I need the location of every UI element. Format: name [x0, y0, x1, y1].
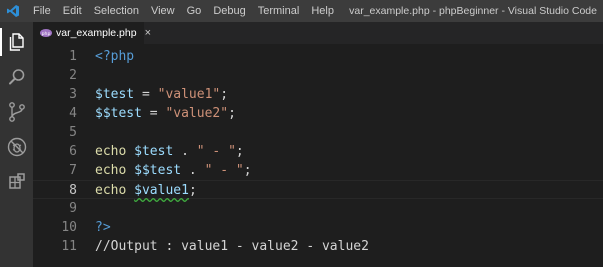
code-token: //Output : value1 - value2 - value2: [95, 239, 369, 254]
menu-edit[interactable]: Edit: [57, 0, 88, 22]
files-icon[interactable]: [0, 24, 33, 60]
line-number: 6: [69, 144, 77, 159]
php-file-icon: php: [40, 27, 52, 39]
code-token: =: [141, 106, 166, 121]
code-token: echo: [95, 163, 135, 178]
code-token: $$test: [134, 163, 182, 178]
code-line[interactable]: 7 echo $$test . " - ";: [33, 161, 603, 180]
vscode-logo-icon: [3, 0, 23, 22]
code-token: ;: [220, 87, 229, 102]
code-text: //Output : value1 - value2 - value2: [95, 237, 369, 256]
code-token: ;: [188, 183, 197, 198]
activity-bar: [0, 22, 33, 267]
tab-var-example-php[interactable]: php var_example.php ×: [33, 22, 151, 44]
line-number: 8: [69, 183, 77, 198]
code-line[interactable]: 10 ?>: [33, 218, 603, 237]
code-token: ;: [243, 163, 252, 178]
menu-bar: File Edit Selection View Go Debug Terminal Help: [27, 0, 340, 22]
window-title: var_example.php - phpBeginner - Visual S…: [349, 5, 597, 17]
code-line[interactable]: 4 $$test = "value2";: [33, 104, 603, 123]
code-token: $$test: [95, 106, 142, 121]
line-number: 10: [61, 220, 77, 235]
code-text: <?php: [95, 47, 134, 66]
code-token: =: [134, 87, 158, 102]
menu-selection[interactable]: Selection: [88, 0, 145, 22]
code-line[interactable]: 5: [33, 123, 603, 142]
code-line[interactable]: 2: [33, 66, 603, 85]
line-number: 1: [69, 49, 77, 64]
menu-go[interactable]: Go: [181, 0, 208, 22]
code-token: $test: [134, 144, 174, 159]
code-token: " - ": [196, 144, 236, 159]
menu-help[interactable]: Help: [305, 0, 340, 22]
code-line[interactable]: 6 echo $test . " - ";: [33, 142, 603, 161]
extensions-icon[interactable]: [0, 164, 33, 200]
code-line[interactable]: 9: [33, 199, 603, 218]
close-icon[interactable]: ×: [145, 27, 151, 39]
line-number: 3: [69, 87, 77, 102]
code-token: ;: [228, 106, 236, 121]
code-text: $test = "value1";: [95, 85, 228, 104]
code-token: .: [173, 144, 197, 159]
line-number: 7: [69, 163, 77, 178]
code-token: "value2": [165, 106, 229, 121]
tab-bar: php var_example.php ×: [33, 22, 603, 44]
code-line[interactable]: 8 echo $value1;: [33, 180, 603, 199]
code-token: "value1": [157, 87, 221, 102]
code-token: ?>: [95, 220, 111, 235]
code-token: <?php: [95, 49, 135, 64]
code-token: echo: [95, 183, 135, 198]
code-token: " - ": [204, 163, 244, 178]
code-token: $value1: [134, 183, 189, 198]
code-editor[interactable]: 1 <?php 2 3 $test = "value1"; 4 $$test = "valu…: [33, 44, 603, 267]
line-number: 2: [69, 68, 77, 83]
code-token: .: [181, 163, 205, 178]
menu-file[interactable]: File: [27, 0, 57, 22]
line-number: 9: [69, 201, 77, 216]
code-text: echo $value1;: [95, 181, 197, 200]
code-token: ;: [235, 144, 244, 159]
svg-text:php: php: [42, 31, 51, 37]
debug-icon[interactable]: [0, 129, 33, 165]
code-token: $test: [95, 87, 135, 102]
code-text: echo $$test . " - ";: [95, 161, 252, 180]
code-line[interactable]: 11 //Output : value1 - value2 - value2: [33, 237, 603, 256]
menu-view[interactable]: View: [145, 0, 181, 22]
menu-debug[interactable]: Debug: [207, 0, 251, 22]
line-number: 11: [61, 239, 77, 254]
code-line[interactable]: 1 <?php: [33, 47, 603, 66]
search-icon[interactable]: [0, 59, 33, 95]
code-line[interactable]: 3 $test = "value1";: [33, 85, 603, 104]
line-number: 5: [69, 125, 77, 140]
line-number: 4: [69, 106, 77, 121]
title-bar: File Edit Selection View Go Debug Terminal Help…: [0, 0, 603, 22]
code-text: ?>: [95, 218, 111, 237]
code-text: echo $test . " - ";: [95, 142, 244, 161]
source-control-icon[interactable]: [0, 94, 33, 130]
menu-terminal[interactable]: Terminal: [252, 0, 306, 22]
tab-label: var_example.php: [56, 27, 137, 39]
code-token: echo: [95, 144, 135, 159]
code-text: $$test = "value2";: [95, 104, 236, 123]
